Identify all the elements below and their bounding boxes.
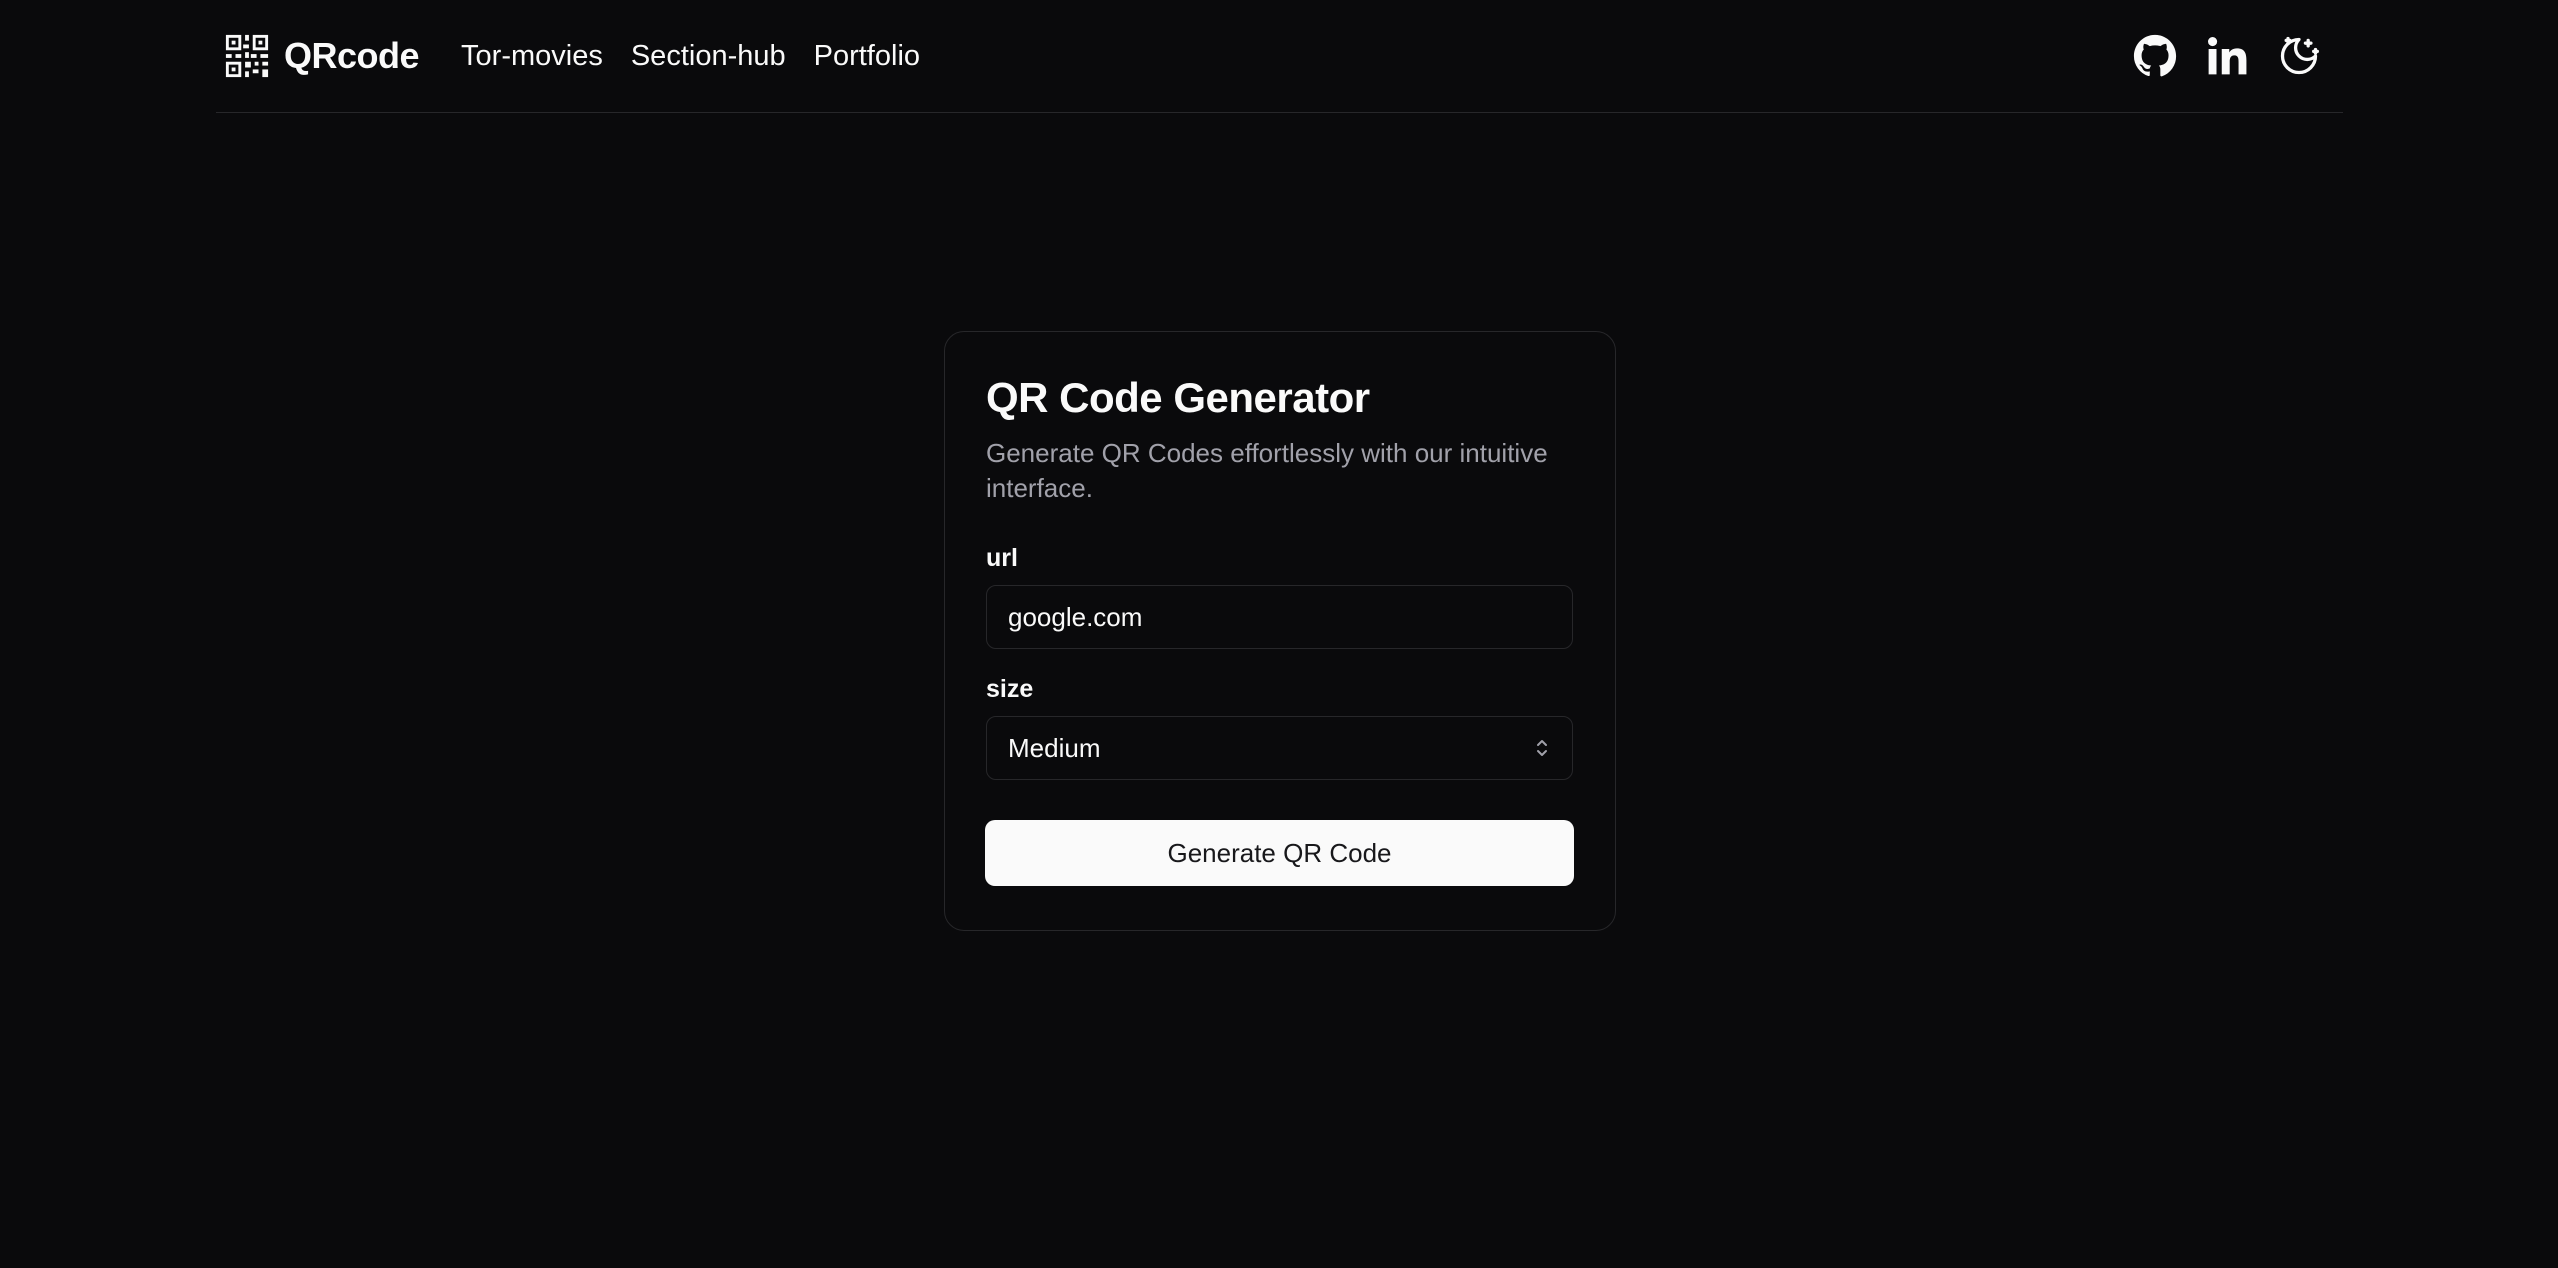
github-link[interactable] xyxy=(2131,32,2179,80)
url-label: url xyxy=(986,544,1018,573)
size-select-value: Medium xyxy=(1008,732,1101,763)
linkedin-icon xyxy=(2208,37,2247,75)
linkedin-link[interactable] xyxy=(2203,32,2251,80)
nav-link-portfolio[interactable]: Portfolio xyxy=(814,40,920,73)
header-actions xyxy=(2131,32,2323,80)
nav-link-tor-movies[interactable]: Tor-movies xyxy=(461,40,603,73)
moon-stars-icon xyxy=(2280,36,2319,75)
card-description: Generate QR Codes effortlessly with our … xyxy=(986,438,1548,504)
main-nav: Tor-movies Section-hub Portfolio xyxy=(461,40,920,73)
size-select[interactable]: Medium xyxy=(986,716,1573,781)
nav-link-section-hub[interactable]: Section-hub xyxy=(631,40,786,73)
url-input[interactable] xyxy=(986,585,1573,650)
brand-name: QRcode xyxy=(284,35,420,76)
card-title: QR Code Generator xyxy=(986,374,1370,421)
theme-toggle-button[interactable] xyxy=(2275,32,2323,80)
qr-generator-card: QR Code Generator Generate QR Codes effo… xyxy=(944,331,1616,931)
github-icon xyxy=(2133,34,2177,77)
size-label: size xyxy=(986,675,1034,704)
brand-link[interactable]: QRcode xyxy=(224,33,420,79)
generate-qr-button[interactable]: Generate QR Code xyxy=(985,820,1574,887)
qr-code-icon xyxy=(225,34,269,78)
chevron-up-down-icon xyxy=(1537,740,1547,757)
top-navbar: QRcode Tor-movies Section-hub Portfolio xyxy=(216,0,2343,113)
